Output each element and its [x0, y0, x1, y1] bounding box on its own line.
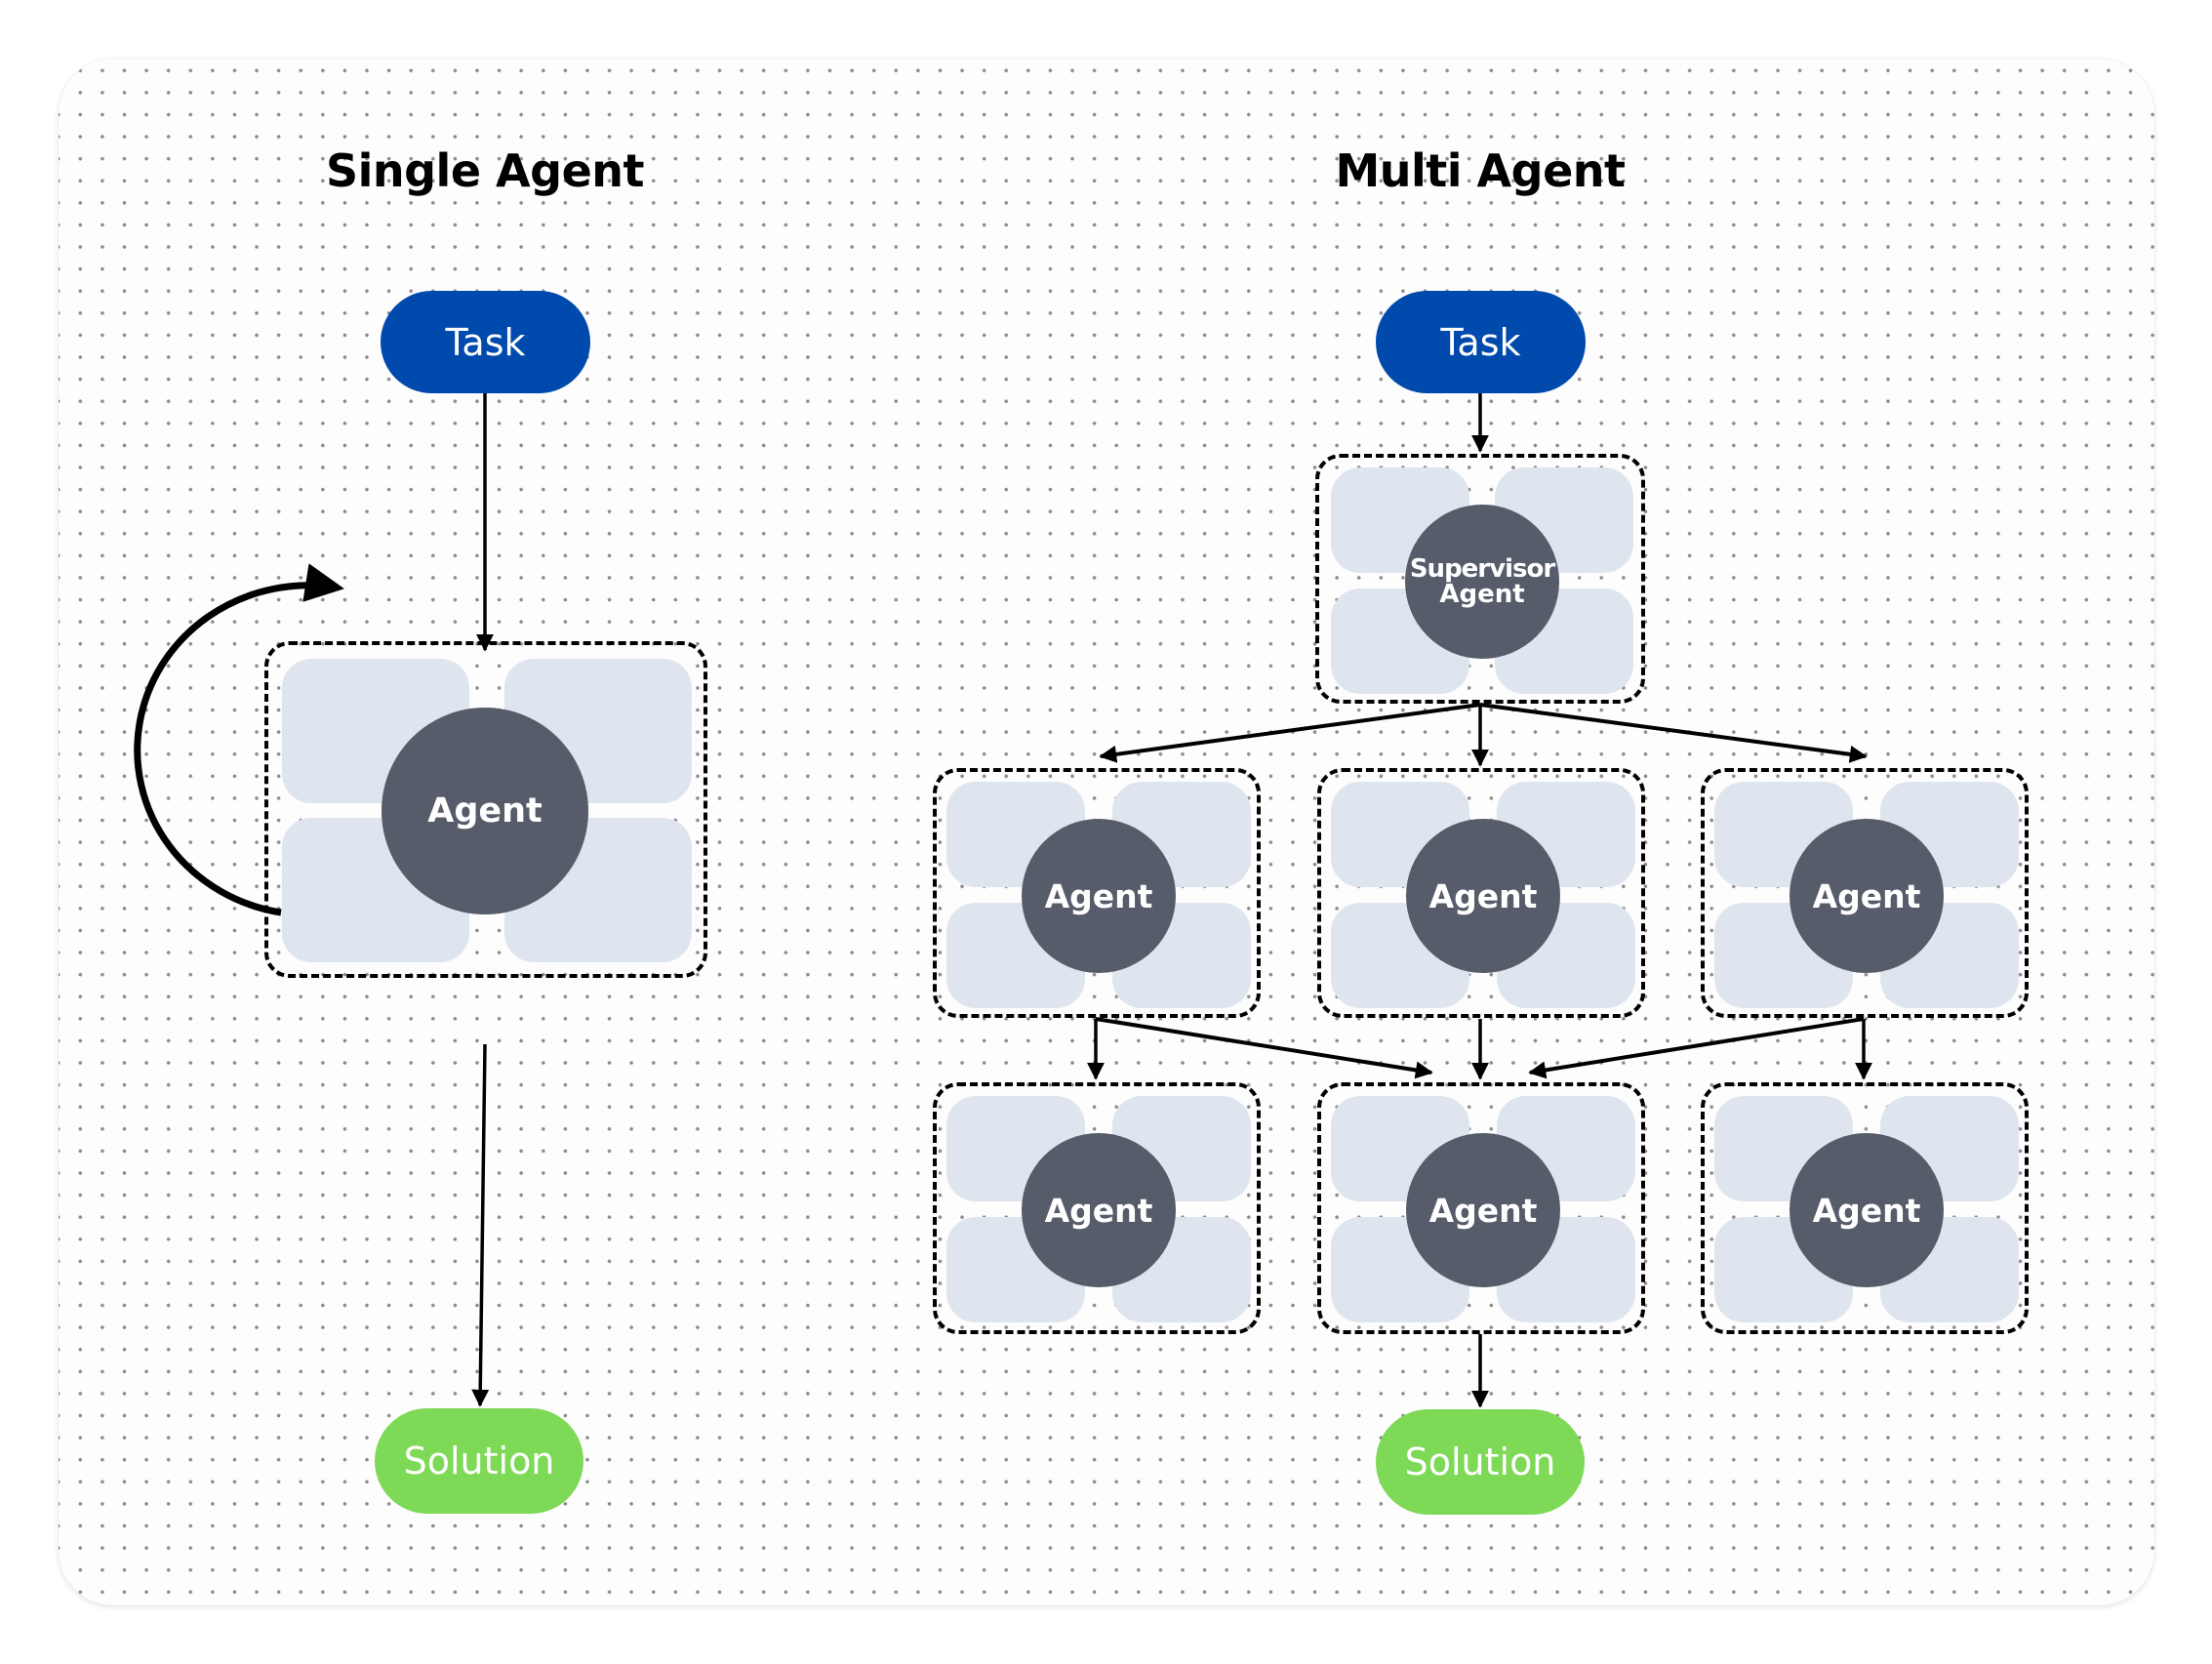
worker-agent-node: Agent: [1790, 819, 1944, 973]
multi-solution-node: Solution: [1376, 1409, 1585, 1515]
single-task-label: Task: [445, 320, 526, 364]
worker-agent-box: Agent: [933, 1082, 1261, 1334]
worker-agent-box: Agent: [1317, 768, 1645, 1018]
supervisor-label-line2: Agent: [1439, 580, 1525, 609]
worker-agent-box: Agent: [1317, 1082, 1645, 1334]
worker-agent-node: Agent: [1022, 819, 1176, 973]
supervisor-label-line1: Supervisor: [1409, 554, 1555, 584]
worker-agent-label: Agent: [1812, 876, 1921, 915]
worker-agent-label: Agent: [1812, 1191, 1921, 1230]
worker-agent-box: Agent: [933, 768, 1261, 1018]
single-task-node: Task: [381, 291, 590, 393]
single-solution-label: Solution: [403, 1440, 555, 1482]
worker-agent-label: Agent: [1428, 1191, 1538, 1230]
worker-agent-node: Agent: [1790, 1133, 1944, 1287]
single-solution-node: Solution: [375, 1408, 583, 1514]
multi-solution-label: Solution: [1404, 1441, 1556, 1483]
worker-agent-label: Agent: [1044, 1191, 1153, 1230]
worker-agent-node: Agent: [1406, 1133, 1560, 1287]
worker-agent-label: Agent: [1044, 876, 1153, 915]
edge-supervisor-to-agent-3: [1479, 703, 1868, 763]
edge-agent-1-to-agent-5: [1095, 1017, 1433, 1079]
multi-task-node: Task: [1376, 291, 1586, 393]
edge-agent-3-to-agent-5: [1528, 1017, 1865, 1079]
worker-agent-box: Agent: [1701, 1082, 2029, 1334]
single-agent-node: Agent: [382, 708, 588, 914]
supervisor-agent-node: Supervisor Agent: [1405, 505, 1559, 659]
multi-task-label: Task: [1440, 320, 1521, 364]
supervisor-agent-box: Supervisor Agent: [1315, 454, 1645, 704]
worker-agent-node: Agent: [1406, 819, 1560, 973]
worker-agent-label: Agent: [1428, 876, 1538, 915]
worker-agent-box: Agent: [1701, 768, 2029, 1018]
edge-supervisor-to-agent-1: [1099, 703, 1481, 763]
edge-agent-to-solution: [471, 1043, 490, 1407]
worker-agent-node: Agent: [1022, 1133, 1176, 1287]
single-agent-box: Agent: [264, 641, 707, 978]
single-agent-label: Agent: [427, 791, 543, 831]
